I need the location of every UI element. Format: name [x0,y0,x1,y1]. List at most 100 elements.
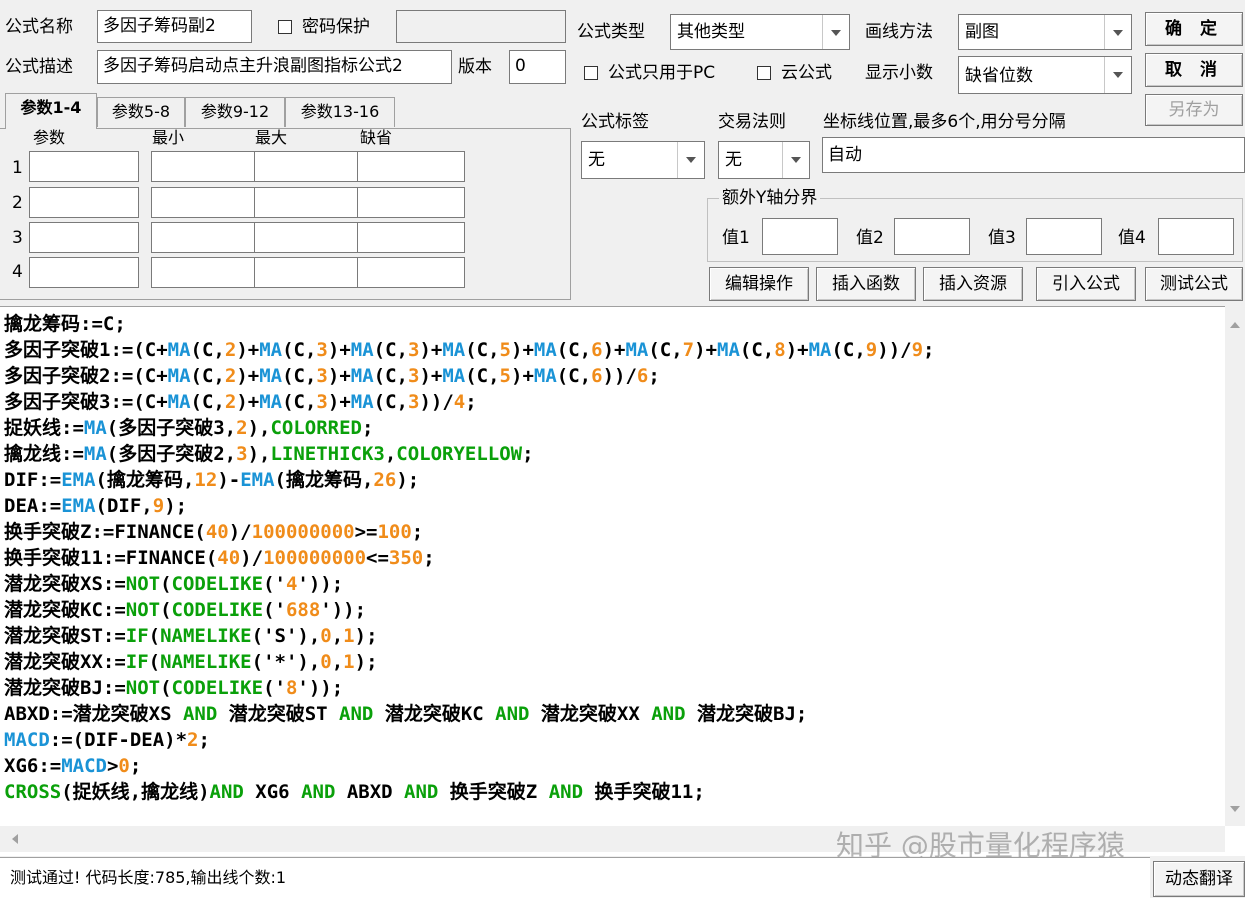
formula-desc-label: 公式描述 [5,57,73,77]
cloud-checkbox[interactable] [757,66,771,80]
status-bar: 测试通过! 代码长度:785,输出线个数:1 [0,857,1150,898]
code-line: CROSS(捉妖线,擒龙线)AND XG6 AND ABXD AND 换手突破Z… [4,781,705,803]
param-3-name-input[interactable] [29,222,139,253]
code-line: DEA:=EMA(DIF,9); [4,495,188,517]
save-as-button[interactable]: 另存为 [1145,94,1243,126]
param-2-min-input[interactable] [151,187,259,218]
chevron-down-icon[interactable] [1104,57,1131,93]
pc-only-label: 公式只用于PC [608,63,716,83]
scroll-left-icon [12,834,18,844]
edit-operation-button[interactable]: 编辑操作 [709,267,809,301]
param-row-label: 4 [12,262,23,282]
code-line: DIF:=EMA(擒龙筹码,12)-EMA(擒龙筹码,26); [4,469,420,491]
param-4-default-input[interactable] [357,257,465,288]
decimals-label: 显示小数 [865,63,933,83]
trade-rule-select[interactable]: 无 [718,141,810,179]
chevron-down-icon[interactable] [1104,15,1131,49]
formula-type-select[interactable]: 其他类型 [670,14,850,50]
dynamic-translate-button[interactable]: 动态翻译 [1153,861,1245,897]
code-line: 潜龙突破BJ:=NOT(CODELIKE('8')); [4,677,344,699]
version-input[interactable]: 0 [509,50,566,84]
param-2-name-input[interactable] [29,187,139,218]
tab-params-9-12[interactable]: 参数9-12 [185,97,285,127]
param-1-max-input[interactable] [254,151,362,182]
code-line: 潜龙突破ST:=IF(NAMELIKE('S'),0,1); [4,625,378,647]
code-line: MACD:=(DIF-DEA)*2; [4,729,210,751]
tab-params-1-4[interactable]: 参数1-4 [5,93,97,129]
param-2-max-input[interactable] [254,187,362,218]
decimals-select[interactable]: 缺省位数 [958,56,1132,94]
param-3-min-input[interactable] [151,222,259,253]
code-editor[interactable]: 擒龙筹码:=C; 多因子突破1:=(C+MA(C,2)+MA(C,3)+MA(C,… [0,306,1245,856]
value4-label: 值4 [1118,228,1146,248]
value2-label: 值2 [856,228,884,248]
param-1-name-input[interactable] [29,151,139,182]
test-formula-button[interactable]: 测试公式 [1145,267,1243,301]
param-1-min-input[interactable] [151,151,259,182]
formula-tag-select[interactable]: 无 [581,141,705,179]
axis-position-input[interactable]: 自动 [822,137,1245,173]
code-line: 换手突破Z:=FINANCE(40)/100000000>=100; [4,521,424,543]
insert-function-button[interactable]: 插入函数 [816,267,916,301]
extra-y-label: 额外Y轴分界 [719,188,821,208]
params-col-min: 最小 [152,128,185,147]
code-line: ABXD:=潜龙突破XS AND 潜龙突破ST AND 潜龙突破KC AND 潜… [4,703,808,725]
code-line: 换手突破11:=FINANCE(40)/100000000<=350; [4,547,435,569]
code-line: 潜龙突破KC:=NOT(CODELIKE('688')); [4,599,367,621]
code-line: 擒龙筹码:=C; [4,313,126,335]
param-row-label: 3 [12,228,23,248]
chevron-down-icon[interactable] [822,15,849,49]
pc-only-checkbox[interactable] [584,66,598,80]
formula-type-label: 公式类型 [577,22,645,42]
import-formula-button[interactable]: 引入公式 [1036,267,1136,301]
param-2-default-input[interactable] [357,187,465,218]
draw-method-label: 画线方法 [865,22,933,42]
tab-params-5-8[interactable]: 参数5-8 [97,97,185,127]
value4-input[interactable] [1158,218,1234,255]
params-col-param: 参数 [33,128,66,147]
param-3-default-input[interactable] [357,222,465,253]
value1-label: 值1 [722,228,750,248]
password-label: 密码保护 [302,17,370,37]
formula-name-input[interactable]: 多因子筹码副2 [97,10,252,43]
formula-name-label: 公式名称 [5,17,73,37]
chevron-down-icon[interactable] [677,142,704,178]
draw-method-select[interactable]: 副图 [958,14,1132,50]
code-line: 潜龙突破XX:=IF(NAMELIKE('*'),0,1); [4,651,378,673]
cancel-button[interactable]: 取 消 [1145,53,1243,87]
value3-label: 值3 [988,228,1016,248]
code-line: 捉妖线:=MA(多因子突破3,2),COLORRED; [4,417,374,439]
param-4-max-input[interactable] [254,257,362,288]
param-row-label: 1 [12,158,23,178]
tab-params-13-16[interactable]: 参数13-16 [285,97,395,127]
params-col-max: 最大 [255,128,288,147]
value2-input[interactable] [894,218,970,255]
scrollbar-arrows-icon [1230,322,1240,812]
insert-resource-button[interactable]: 插入资源 [923,267,1023,301]
status-message: 测试通过! 代码长度:785,输出线个数:1 [10,868,287,887]
params-col-default: 缺省 [360,128,393,147]
code-line: XG6:=MACD>0; [4,755,142,777]
code-line: 擒龙线:=MA(多因子突破2,3),LINETHICK3,COLORYELLOW… [4,443,534,465]
param-3-max-input[interactable] [254,222,362,253]
value3-input[interactable] [1026,218,1102,255]
formula-tag-label: 公式标签 [581,112,649,132]
code-line: 多因子突破3:=(C+MA(C,2)+MA(C,3)+MA(C,3))/4; [4,391,477,413]
chevron-down-icon[interactable] [782,142,809,178]
param-1-default-input[interactable] [357,151,465,182]
code-line: 多因子突破1:=(C+MA(C,2)+MA(C,3)+MA(C,3)+MA(C,… [4,339,935,361]
confirm-button[interactable]: 确 定 [1145,12,1243,46]
trade-rule-label: 交易法则 [718,112,786,132]
value1-input[interactable] [762,218,838,255]
cloud-label: 云公式 [781,63,832,83]
param-4-name-input[interactable] [29,257,139,288]
version-label: 版本 [458,57,492,77]
param-4-min-input[interactable] [151,257,259,288]
code-line: 多因子突破2:=(C+MA(C,2)+MA(C,3)+MA(C,3)+MA(C,… [4,365,660,387]
axis-position-label: 坐标线位置,最多6个,用分号分隔 [823,112,1066,132]
code-line: 潜龙突破XS:=NOT(CODELIKE('4')); [4,573,344,595]
formula-desc-input[interactable]: 多因子筹码启动点主升浪副图指标公式2 [97,50,452,84]
vertical-scrollbar[interactable] [1225,306,1245,826]
password-checkbox[interactable] [278,20,292,34]
password-input[interactable] [396,10,566,43]
